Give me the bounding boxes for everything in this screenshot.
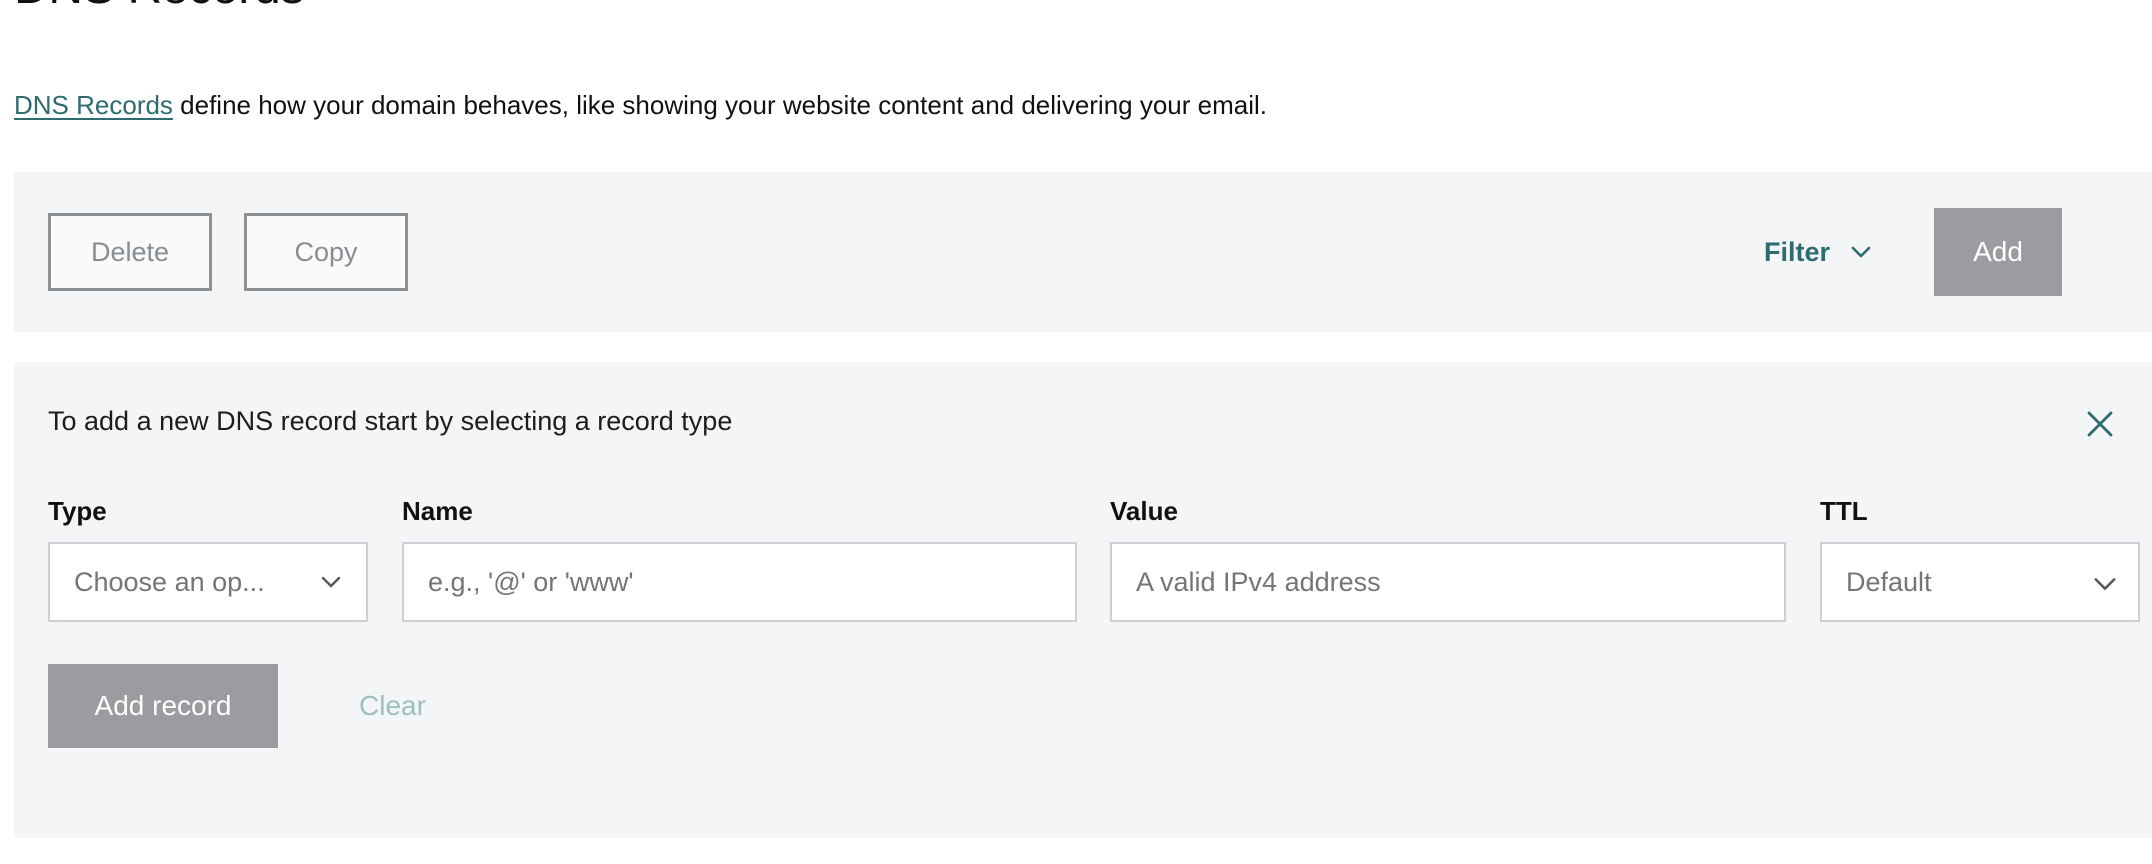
- ttl-field-label: TTL: [1820, 496, 1868, 526]
- dns-records-page: DNS Records DNS Records define how your …: [0, 0, 2152, 864]
- ttl-select[interactable]: Default: [1820, 542, 2140, 622]
- name-field-label: Name: [402, 496, 473, 526]
- copy-button[interactable]: Copy: [244, 213, 408, 291]
- type-select[interactable]: Choose an op...: [48, 542, 368, 622]
- chevron-down-icon: [1848, 239, 1874, 265]
- value-input[interactable]: A valid IPv4 address: [1110, 542, 1786, 622]
- ttl-select-value: Default: [1846, 566, 1932, 597]
- add-button[interactable]: Add: [1934, 208, 2062, 296]
- filter-dropdown[interactable]: Filter: [1764, 237, 1874, 268]
- chevron-down-icon: [2090, 569, 2116, 595]
- add-record-instruction: To add a new DNS record start by selecti…: [48, 406, 733, 436]
- value-input-placeholder: A valid IPv4 address: [1136, 566, 1381, 597]
- delete-button[interactable]: Delete: [48, 213, 212, 291]
- dns-records-link[interactable]: DNS Records: [14, 90, 173, 120]
- chevron-down-icon: [318, 569, 344, 595]
- close-icon[interactable]: [2076, 400, 2124, 448]
- add-record-panel: To add a new DNS record start by selecti…: [14, 362, 2152, 838]
- toolbar-right-group: Filter Add: [1764, 208, 2152, 296]
- filter-label: Filter: [1763, 236, 1830, 267]
- type-field-label: Type: [48, 496, 107, 526]
- page-title: DNS Records: [14, 0, 304, 17]
- page-description-text: define how your domain behaves, like sho…: [172, 90, 1268, 120]
- toolbar-left-group: Delete Copy: [48, 213, 408, 291]
- type-select-value: Choose an op...: [74, 566, 265, 597]
- records-toolbar: Delete Copy Filter Add: [14, 172, 2152, 332]
- clear-button[interactable]: Clear: [359, 664, 426, 748]
- page-description: DNS Records define how your domain behav…: [14, 88, 1267, 123]
- name-input-placeholder: e.g., '@' or 'www': [428, 566, 634, 597]
- add-record-button[interactable]: Add record: [48, 664, 278, 748]
- value-field-label: Value: [1110, 496, 1178, 526]
- name-input[interactable]: e.g., '@' or 'www': [402, 542, 1077, 622]
